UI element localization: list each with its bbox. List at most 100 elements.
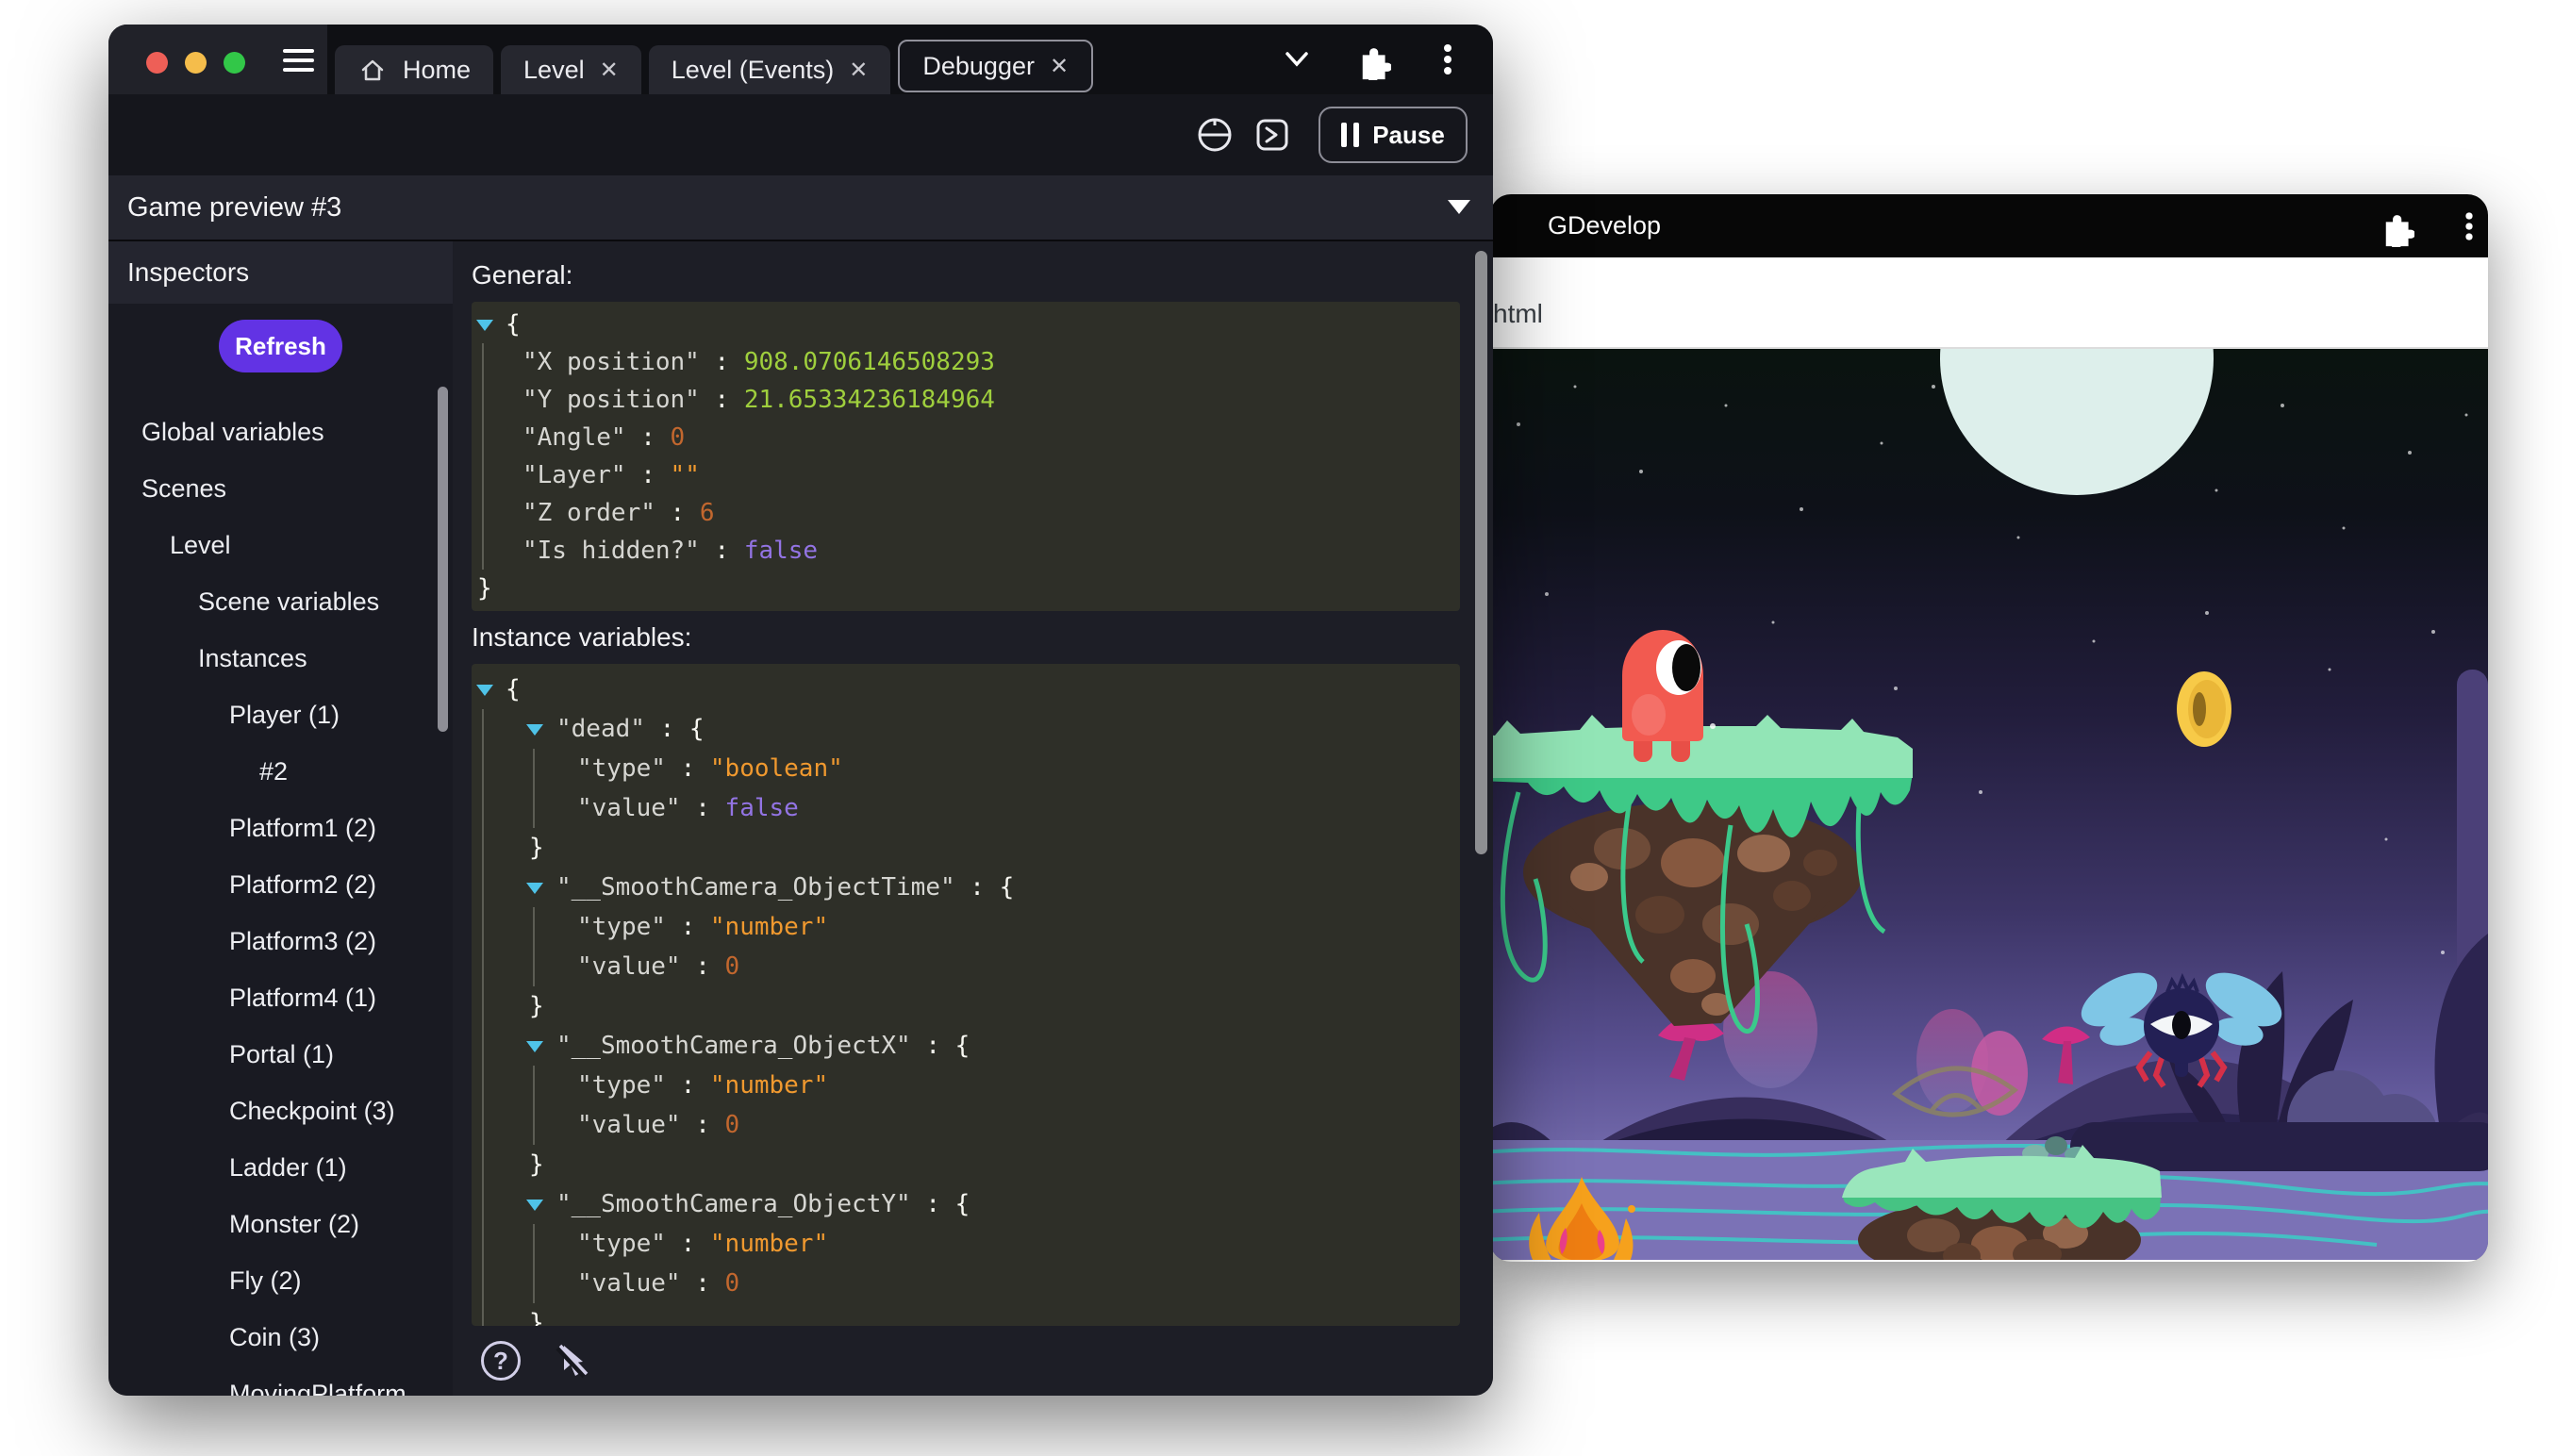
inspector-tree: Global variablesScenesLevelScene variabl…: [108, 404, 453, 1396]
json-line: {: [472, 306, 1460, 343]
json-line: "value" : 0: [472, 947, 1460, 986]
close-tab-icon[interactable]: ✕: [1050, 53, 1069, 80]
json-line: }: [472, 570, 1460, 607]
expand-triangle-icon[interactable]: [526, 724, 543, 736]
address-bar: html: [1490, 257, 2488, 349]
sidebar-item[interactable]: Global variables: [108, 404, 453, 460]
extensions-icon[interactable]: [2373, 206, 2414, 247]
expand-triangle-icon[interactable]: [476, 320, 493, 331]
game-window-title: GDevelop: [1548, 211, 1661, 240]
sidebar-item[interactable]: MovingPlatform: [108, 1365, 453, 1396]
sidebar-item[interactable]: Instances: [108, 630, 453, 687]
close-tab-icon[interactable]: ✕: [600, 57, 619, 84]
json-line: "dead" : {: [472, 709, 1460, 749]
json-line: "Angle" : 0: [472, 419, 1460, 456]
json-line: "type" : "number": [472, 1224, 1460, 1264]
game-window-titlebar[interactable]: GDevelop: [1490, 194, 2488, 257]
inspector-detail-panel: General: {"X position" : 908.07061465082…: [453, 241, 1493, 1396]
console-icon[interactable]: [1252, 114, 1293, 156]
json-line: {: [472, 670, 1460, 709]
minimize-window-button[interactable]: [185, 52, 207, 74]
general-json-tree: {"X position" : 908.0706146508293"Y posi…: [472, 302, 1460, 611]
json-line: "__SmoothCamera_ObjectX" : {: [472, 1026, 1460, 1066]
sidebar-item[interactable]: Player (1): [108, 687, 453, 743]
json-line: "type" : "boolean": [472, 749, 1460, 788]
json-line: "Y position" : 21.65334236184964: [472, 381, 1460, 419]
window-topbar: Home Level ✕ Level (Events) ✕ Debugger ✕: [108, 25, 1493, 94]
pause-icon: [1341, 123, 1359, 147]
debugger-content: Inspectors Refresh Global variablesScene…: [108, 241, 1493, 1396]
pointer-disabled-icon[interactable]: [551, 1340, 592, 1382]
inspector-sidebar: Inspectors Refresh Global variablesScene…: [108, 241, 453, 1396]
expand-triangle-icon[interactable]: [526, 1041, 543, 1052]
expand-triangle-icon[interactable]: [526, 883, 543, 894]
tab-bar: Home Level ✕ Level (Events) ✕ Debugger ✕: [335, 45, 1093, 94]
zoom-window-button[interactable]: [224, 52, 245, 74]
preview-title: Game preview #3: [127, 192, 341, 223]
help-icon[interactable]: ?: [481, 1341, 521, 1381]
close-window-button[interactable]: [146, 52, 168, 74]
debugger-window: Home Level ✕ Level (Events) ✕ Debugger ✕: [108, 25, 1493, 1396]
dropdown-caret-icon[interactable]: [1448, 200, 1470, 214]
pause-label: Pause: [1372, 121, 1445, 150]
sidebar-item[interactable]: Level: [108, 517, 453, 573]
tab-label: Level (Events): [672, 56, 835, 85]
bottom-bar: ?: [453, 1326, 592, 1396]
sidebar-item[interactable]: Coin (3): [108, 1309, 453, 1365]
sidebar-item[interactable]: Platform1 (2): [108, 800, 453, 856]
sidebar-item[interactable]: Scenes: [108, 460, 453, 517]
preview-selector-row[interactable]: Game preview #3: [108, 175, 1493, 241]
hamburger-menu-icon[interactable]: [283, 49, 314, 77]
sidebar-item[interactable]: Fly (2): [108, 1252, 453, 1309]
expand-triangle-icon[interactable]: [476, 685, 493, 696]
close-tab-icon[interactable]: ✕: [849, 57, 868, 84]
menu-kebab-icon[interactable]: [1427, 39, 1468, 80]
menu-kebab-icon[interactable]: [2448, 206, 2488, 247]
sidebar-item[interactable]: Monster (2): [108, 1196, 453, 1252]
profiler-icon[interactable]: [1194, 114, 1236, 156]
sidebar-item[interactable]: Checkpoint (3): [108, 1083, 453, 1139]
json-line: "value" : false: [472, 788, 1460, 828]
tab-debugger[interactable]: Debugger ✕: [898, 40, 1093, 92]
game-preview-window: GDevelop html: [1490, 194, 2488, 1262]
pause-button[interactable]: Pause: [1319, 107, 1468, 163]
extensions-icon[interactable]: [1350, 39, 1391, 80]
coin: [2177, 671, 2231, 747]
tab-level[interactable]: Level ✕: [501, 45, 641, 94]
json-line: "type" : "number": [472, 907, 1460, 947]
address-text: html: [1493, 299, 1543, 329]
sidebar-item[interactable]: Portal (1): [108, 1026, 453, 1083]
json-line: }: [472, 986, 1460, 1026]
sidebar-item[interactable]: #2: [108, 743, 453, 800]
tab-label: Debugger: [922, 52, 1035, 81]
sidebar-item[interactable]: Platform2 (2): [108, 856, 453, 913]
debugger-toolbar: Pause: [108, 94, 1493, 175]
json-line: "value" : 0: [472, 1105, 1460, 1145]
instance-variables-json-tree: {"dead" : {"type" : "boolean""value" : f…: [472, 664, 1460, 1326]
refresh-button[interactable]: Refresh: [219, 320, 342, 372]
json-line: "value" : 0: [472, 1264, 1460, 1303]
sidebar-item[interactable]: Platform3 (2): [108, 913, 453, 969]
tab-level-events[interactable]: Level (Events) ✕: [649, 45, 891, 94]
section-label-instance-variables: Instance variables:: [472, 622, 691, 653]
json-line: "__SmoothCamera_ObjectTime" : {: [472, 868, 1460, 907]
json-line: "Layer" : "": [472, 456, 1460, 494]
tab-label: Level: [523, 56, 585, 85]
tab-home[interactable]: Home: [335, 45, 493, 94]
section-label-general: General:: [472, 260, 572, 290]
sidebar-item[interactable]: Scene variables: [108, 573, 453, 630]
panel-scrollbar[interactable]: [1475, 251, 1487, 854]
json-line: "type" : "number": [472, 1066, 1460, 1105]
tab-label: Home: [403, 56, 471, 85]
sidebar-header: Inspectors: [108, 241, 453, 304]
json-line: "X position" : 908.0706146508293: [472, 343, 1460, 381]
game-canvas[interactable]: [1490, 349, 2488, 1260]
home-icon: [357, 55, 388, 85]
chevron-down-icon[interactable]: [1276, 39, 1318, 80]
sidebar-item[interactable]: Ladder (1): [108, 1139, 453, 1196]
json-line: "Is hidden?" : false: [472, 532, 1460, 570]
expand-triangle-icon[interactable]: [526, 1200, 543, 1211]
sidebar-scrollbar[interactable]: [438, 387, 448, 732]
sidebar-item[interactable]: Platform4 (1): [108, 969, 453, 1026]
json-line: }: [472, 1303, 1460, 1326]
